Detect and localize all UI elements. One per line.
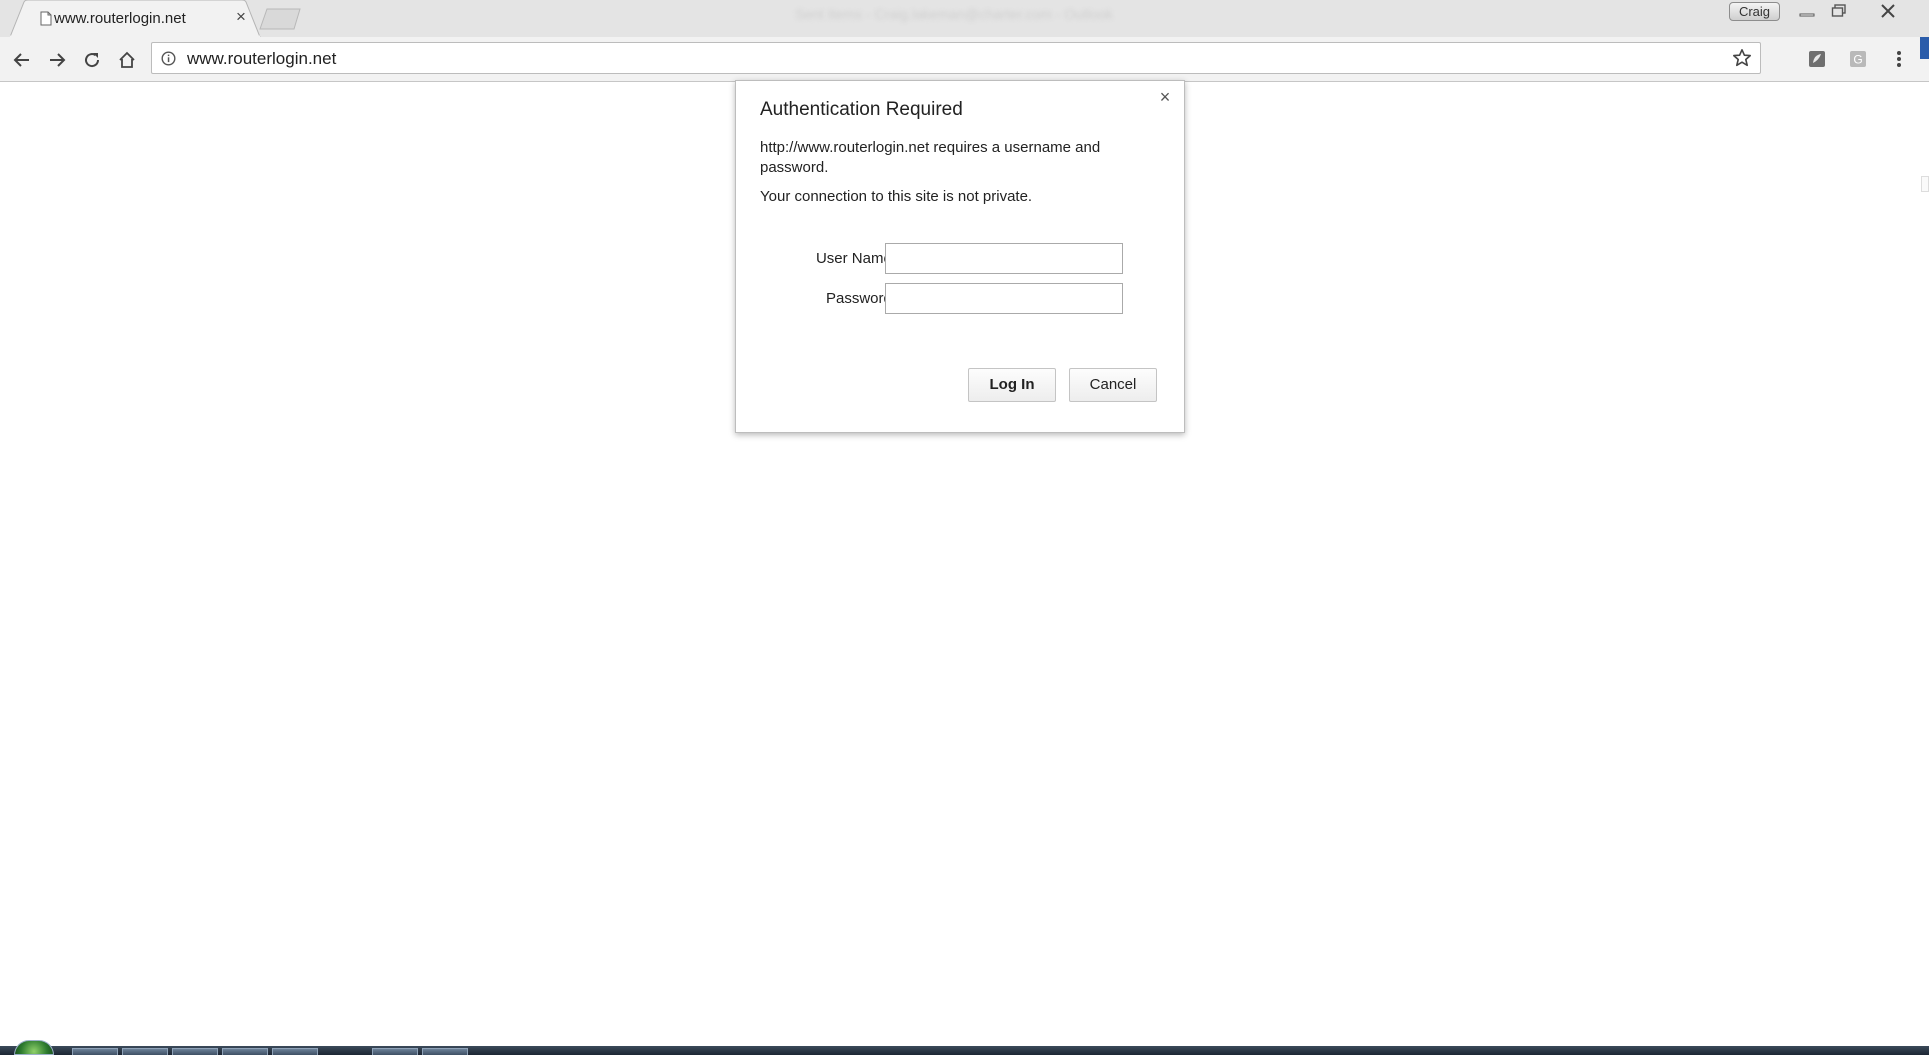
tab-title: www.routerlogin.net <box>54 10 186 27</box>
address-url[interactable]: www.routerlogin.net <box>187 49 336 69</box>
extension-icon[interactable] <box>1806 48 1828 70</box>
close-icon[interactable]: × <box>1156 88 1174 106</box>
grammarly-icon[interactable]: G <box>1847 48 1869 70</box>
taskbar-item[interactable] <box>172 1048 218 1055</box>
side-panel-edge <box>1920 37 1929 59</box>
taskbar-item[interactable] <box>272 1048 318 1055</box>
page-icon <box>40 11 52 26</box>
address-bar[interactable]: www.routerlogin.net <box>151 42 1761 74</box>
dialog-title: Authentication Required <box>760 99 963 120</box>
taskbar-item[interactable] <box>122 1048 168 1055</box>
taskbar-item[interactable] <box>422 1048 468 1055</box>
cancel-button[interactable]: Cancel <box>1069 368 1157 402</box>
window-title: Sent Items - Craig.lakeman@charter.com -… <box>795 6 1113 22</box>
auth-dialog: × Authentication Required http://www.rou… <box>735 80 1185 433</box>
arrow-left-icon[interactable] <box>9 47 35 73</box>
new-tab-button[interactable] <box>258 7 304 31</box>
dialog-message: http://www.routerlogin.net requires a us… <box>760 139 1101 176</box>
taskbar-item[interactable] <box>222 1048 268 1055</box>
username-label: User Name: <box>815 250 896 267</box>
minimize-icon[interactable] <box>1792 0 1822 22</box>
start-button[interactable] <box>14 1040 54 1055</box>
profile-button[interactable]: Craig <box>1729 2 1780 21</box>
restore-icon[interactable] <box>1824 0 1854 22</box>
browser-toolbar: www.routerlogin.net G <box>0 37 1929 82</box>
username-input[interactable] <box>885 243 1123 274</box>
login-button[interactable]: Log In <box>968 368 1056 402</box>
browser-titlebar: www.routerlogin.net × Sent Items - Craig… <box>0 0 1929 37</box>
tab-active[interactable]: www.routerlogin.net × <box>10 0 261 37</box>
taskbar-item[interactable] <box>372 1048 418 1055</box>
reload-icon[interactable] <box>79 47 105 73</box>
tab-close-icon[interactable]: × <box>233 8 249 25</box>
home-icon[interactable] <box>114 47 140 73</box>
side-panel-handle <box>1921 176 1929 192</box>
info-icon[interactable] <box>161 51 176 66</box>
svg-text:G: G <box>1853 53 1862 67</box>
password-label: Password: <box>825 290 896 307</box>
three-dot-menu-icon[interactable] <box>1888 48 1910 70</box>
taskbar-item[interactable] <box>72 1048 118 1055</box>
window-close-icon[interactable] <box>1870 0 1906 22</box>
arrow-right-icon[interactable] <box>44 47 70 73</box>
password-input[interactable] <box>885 283 1123 314</box>
privacy-warning: Your connection to this site is not priv… <box>760 188 1033 205</box>
star-icon[interactable] <box>1732 48 1752 68</box>
